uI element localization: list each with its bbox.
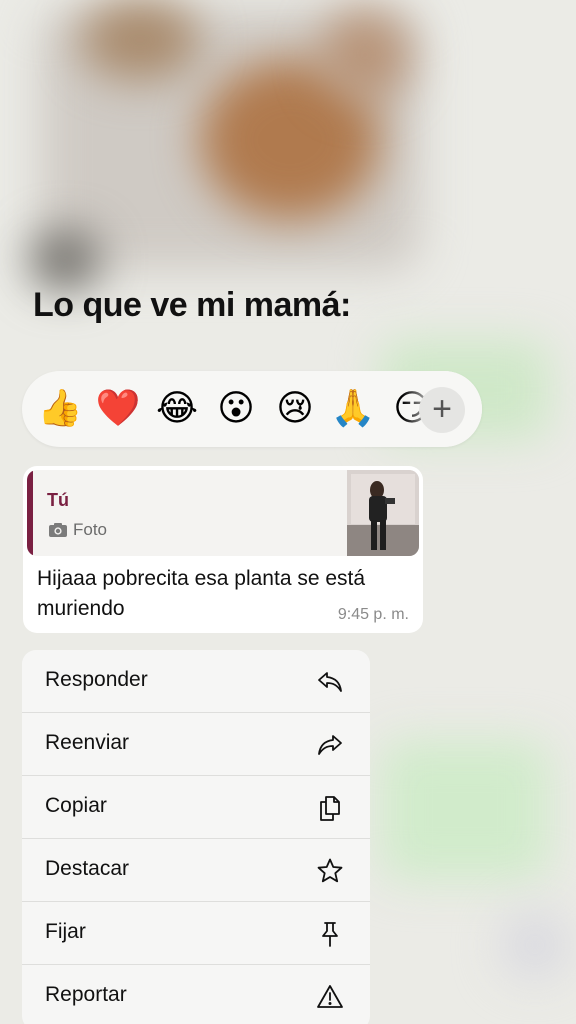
reaction-bar: 👍 ❤️ 😂 😮 😢 🙏 😏 + <box>22 371 482 447</box>
add-reaction-button[interactable]: + <box>419 387 465 433</box>
menu-item-fijar[interactable]: Fijar <box>22 902 370 965</box>
camera-icon <box>49 523 67 537</box>
star-icon <box>317 858 343 883</box>
reply-icon <box>318 672 342 692</box>
menu-item-label: Reportar <box>45 983 127 1006</box>
copy-icon <box>320 796 340 821</box>
menu-item-label: Fijar <box>45 920 86 943</box>
thumbs-up-reaction[interactable]: 👍 <box>36 385 84 433</box>
menu-item-destacar[interactable]: Destacar <box>22 839 370 902</box>
menu-item-responder[interactable]: Responder <box>22 650 370 713</box>
warning-icon <box>317 985 343 1008</box>
surprised-reaction[interactable]: 😮 <box>212 385 260 433</box>
folded-hands-reaction[interactable]: 🙏 <box>329 385 377 433</box>
red-heart-reaction[interactable]: ❤️ <box>94 385 142 433</box>
menu-item-label: Copiar <box>45 794 107 817</box>
photo-thumbnail[interactable] <box>347 470 419 556</box>
menu-item-reenviar[interactable]: Reenviar <box>22 713 370 776</box>
message-context-menu: Responder Reenviar Copiar Destacar Fijar… <box>22 650 370 1024</box>
menu-item-label: Responder <box>45 668 148 691</box>
pin-icon <box>322 922 338 947</box>
menu-item-label: Destacar <box>45 857 130 880</box>
menu-item-reportar[interactable]: Reportar <box>22 965 370 1024</box>
menu-item-copiar[interactable]: Copiar <box>22 776 370 839</box>
quote-accent-bar <box>27 470 33 556</box>
message-bubble[interactable]: Tú Foto Hijaaa pobrecita esa planta se e… <box>23 466 423 633</box>
caption-text: Lo que ve mi mamá: <box>33 286 351 324</box>
quoted-message[interactable]: Tú Foto <box>27 470 419 556</box>
quote-type-label: Foto <box>73 520 108 539</box>
message-timestamp: 9:45 p. m. <box>337 606 409 623</box>
tears-of-joy-reaction[interactable]: 😂 <box>144 376 210 442</box>
quote-author: Tú <box>47 490 69 510</box>
crying-reaction[interactable]: 😢 <box>271 385 319 433</box>
menu-item-label: Reenviar <box>45 731 130 754</box>
forward-icon <box>318 735 342 755</box>
